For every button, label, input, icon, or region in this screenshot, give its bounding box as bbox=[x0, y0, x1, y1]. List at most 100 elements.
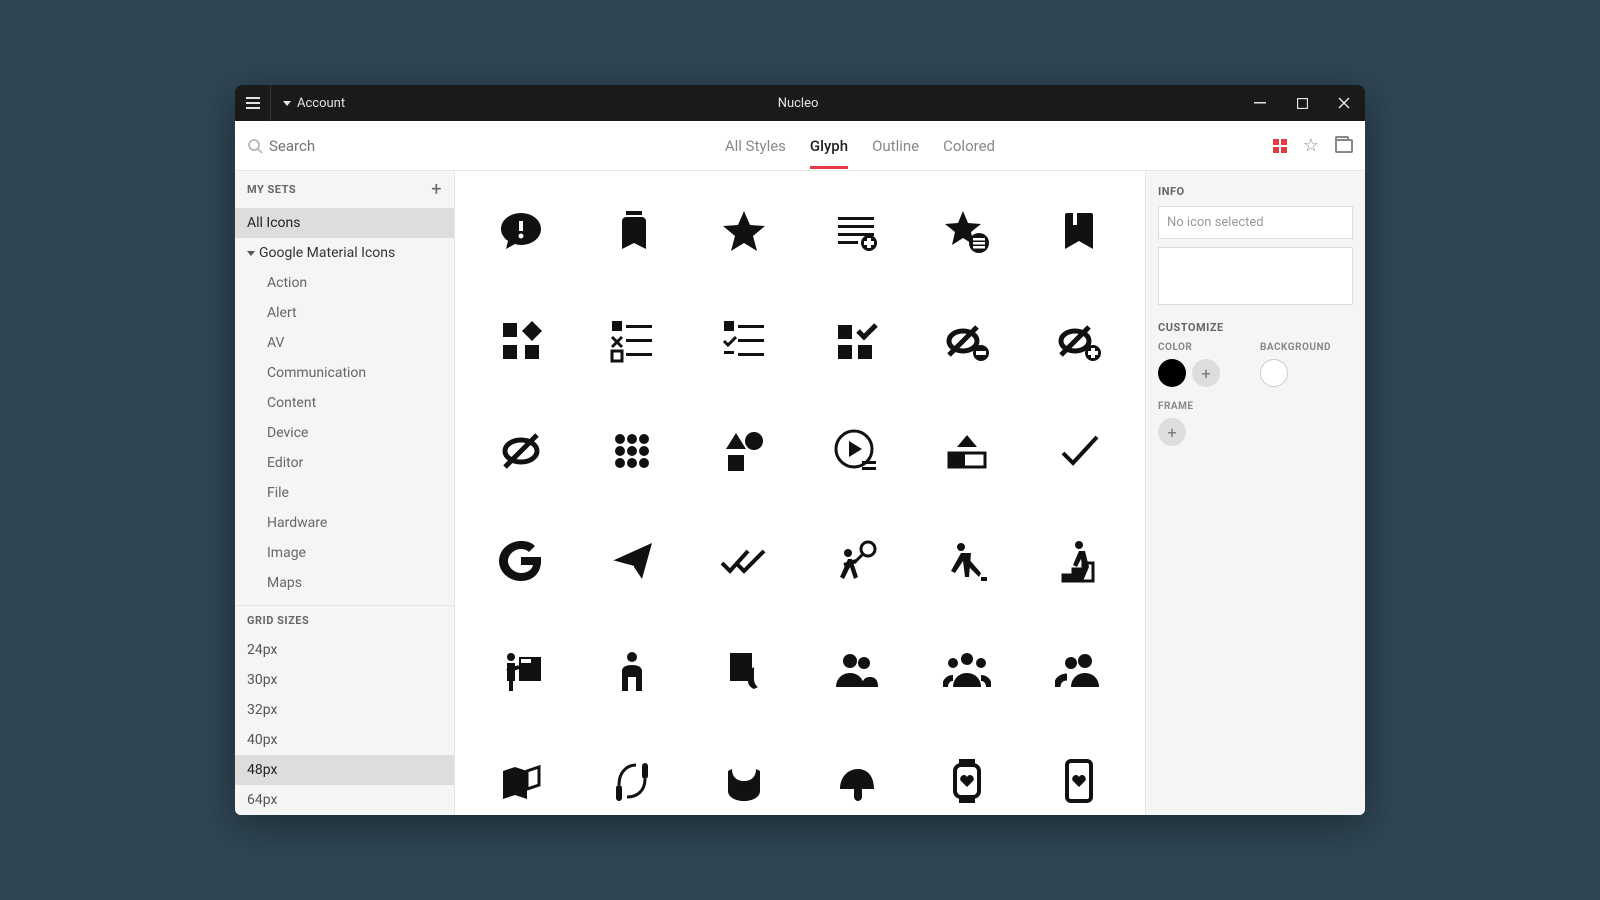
add-frame-button[interactable]: + bbox=[1158, 418, 1186, 446]
icon-grid-wrap[interactable] bbox=[455, 171, 1145, 815]
favorites-button[interactable]: ☆ bbox=[1303, 135, 1319, 156]
grid-view-button[interactable] bbox=[1273, 139, 1287, 153]
sidebar-item-alert[interactable]: Alert bbox=[235, 298, 454, 328]
account-label: Account bbox=[297, 96, 345, 111]
google-icon[interactable] bbox=[475, 521, 567, 601]
style-tabs: All Styles Glyph Outline Colored bbox=[447, 123, 1273, 169]
jump-rope-icon[interactable] bbox=[587, 741, 679, 815]
sidebar-item-content[interactable]: Content bbox=[235, 388, 454, 418]
sidebar-item-communication[interactable]: Communication bbox=[235, 358, 454, 388]
tab-glyph[interactable]: Glyph bbox=[810, 123, 848, 169]
size-24[interactable]: 24px bbox=[235, 635, 454, 665]
watch-heart-icon[interactable] bbox=[922, 741, 1014, 815]
link-off-remove-icon[interactable] bbox=[922, 301, 1014, 381]
dialpad-icon[interactable] bbox=[587, 411, 679, 491]
video-label-icon[interactable] bbox=[922, 411, 1014, 491]
sidebar-item-file[interactable]: File bbox=[235, 478, 454, 508]
list-remove-icon[interactable] bbox=[587, 301, 679, 381]
color-swatch-black[interactable] bbox=[1158, 359, 1186, 387]
send-icon[interactable] bbox=[587, 521, 679, 601]
toolbar: All Styles Glyph Outline Colored ☆ bbox=[235, 121, 1365, 171]
sidebar-item-all-icons[interactable]: All Icons bbox=[235, 208, 454, 238]
background-label: BACKGROUND bbox=[1260, 342, 1331, 353]
playlist-add-icon[interactable] bbox=[810, 191, 902, 271]
add-color-button[interactable]: + bbox=[1192, 359, 1220, 387]
size-30[interactable]: 30px bbox=[235, 665, 454, 695]
alert-bubble-icon[interactable] bbox=[475, 191, 567, 271]
body: MY SETS + All Icons Google Material Icon… bbox=[235, 171, 1365, 815]
tab-colored[interactable]: Colored bbox=[943, 123, 995, 169]
sidebar-item-image[interactable]: Image bbox=[235, 538, 454, 568]
app-window: Account Nucleo All Styles Glyph Outline … bbox=[235, 85, 1365, 815]
close-icon bbox=[1338, 97, 1350, 109]
toolbar-actions: ☆ bbox=[1273, 135, 1353, 156]
person-icon[interactable] bbox=[587, 631, 679, 711]
tennis-icon[interactable] bbox=[810, 521, 902, 601]
users-pair-alt-icon[interactable] bbox=[1033, 631, 1125, 711]
my-sets-label: MY SETS bbox=[247, 183, 296, 196]
link-off-icon[interactable] bbox=[475, 411, 567, 491]
sidebar-item-navigation[interactable]: Navigation bbox=[235, 598, 454, 605]
caret-down-icon bbox=[247, 251, 255, 256]
helmet-icon[interactable] bbox=[810, 741, 902, 815]
size-48[interactable]: 48px bbox=[235, 755, 454, 785]
map-unfold-icon[interactable] bbox=[475, 741, 567, 815]
folder-button[interactable] bbox=[1335, 139, 1353, 153]
sidebar: MY SETS + All Icons Google Material Icon… bbox=[235, 171, 455, 815]
grid-check-icon[interactable] bbox=[810, 301, 902, 381]
size-40[interactable]: 40px bbox=[235, 725, 454, 755]
phone-heart-icon[interactable] bbox=[1033, 741, 1125, 815]
customize-title: CUSTOMIZE bbox=[1158, 321, 1353, 334]
note-hold-icon[interactable] bbox=[698, 631, 790, 711]
users-pair-icon[interactable] bbox=[810, 631, 902, 711]
grid-sizes-list[interactable]: 24px 30px 32px 40px 48px 64px bbox=[235, 635, 454, 815]
search-icon bbox=[247, 138, 263, 154]
stairs-icon[interactable] bbox=[1033, 521, 1125, 601]
size-64[interactable]: 64px bbox=[235, 785, 454, 815]
bg-swatch-white[interactable] bbox=[1260, 359, 1288, 387]
account-dropdown[interactable]: Account bbox=[271, 96, 357, 111]
info-title: INFO bbox=[1158, 185, 1353, 198]
link-off-add-icon[interactable] bbox=[1033, 301, 1125, 381]
minimize-icon bbox=[1254, 97, 1266, 109]
sidebar-item-google-material[interactable]: Google Material Icons bbox=[235, 238, 454, 268]
tab-all-styles[interactable]: All Styles bbox=[725, 123, 786, 169]
sidebar-item-device[interactable]: Device bbox=[235, 418, 454, 448]
icon-grid bbox=[455, 171, 1145, 815]
sidebar-item-maps[interactable]: Maps bbox=[235, 568, 454, 598]
search-input[interactable] bbox=[269, 137, 419, 155]
hockey-icon[interactable] bbox=[922, 521, 1014, 601]
minimize-button[interactable] bbox=[1239, 85, 1281, 121]
frame-label: FRAME bbox=[1158, 401, 1353, 412]
add-set-button[interactable]: + bbox=[431, 179, 442, 200]
star-icon[interactable] bbox=[698, 191, 790, 271]
inspector-panel: INFO No icon selected CUSTOMIZE COLOR + … bbox=[1145, 171, 1365, 815]
menu-button[interactable] bbox=[235, 85, 271, 121]
preview-box bbox=[1158, 247, 1353, 305]
sidebar-item-action[interactable]: Action bbox=[235, 268, 454, 298]
sidebar-item-hardware[interactable]: Hardware bbox=[235, 508, 454, 538]
maximize-icon bbox=[1297, 98, 1308, 109]
sets-list[interactable]: All Icons Google Material Icons Action A… bbox=[235, 208, 454, 605]
close-button[interactable] bbox=[1323, 85, 1365, 121]
search-wrap bbox=[247, 137, 447, 155]
bib-icon[interactable] bbox=[698, 741, 790, 815]
widgets-icon[interactable] bbox=[475, 301, 567, 381]
star-list-icon[interactable] bbox=[922, 191, 1014, 271]
maximize-button[interactable] bbox=[1281, 85, 1323, 121]
bookmark-icon[interactable] bbox=[1033, 191, 1125, 271]
done-all-icon[interactable] bbox=[698, 521, 790, 601]
tab-outline[interactable]: Outline bbox=[872, 123, 919, 169]
check-icon[interactable] bbox=[1033, 411, 1125, 491]
users-trio-icon[interactable] bbox=[922, 631, 1014, 711]
bookmarks-icon[interactable] bbox=[587, 191, 679, 271]
list-check-icon[interactable] bbox=[698, 301, 790, 381]
presentation-icon[interactable] bbox=[475, 631, 567, 711]
grid-sizes-label: GRID SIZES bbox=[247, 614, 309, 627]
sidebar-item-editor[interactable]: Editor bbox=[235, 448, 454, 478]
grid-sizes-section: GRID SIZES 24px 30px 32px 40px 48px 64px bbox=[235, 605, 454, 815]
play-queue-icon[interactable] bbox=[810, 411, 902, 491]
size-32[interactable]: 32px bbox=[235, 695, 454, 725]
category-icon[interactable] bbox=[698, 411, 790, 491]
sidebar-item-av[interactable]: AV bbox=[235, 328, 454, 358]
